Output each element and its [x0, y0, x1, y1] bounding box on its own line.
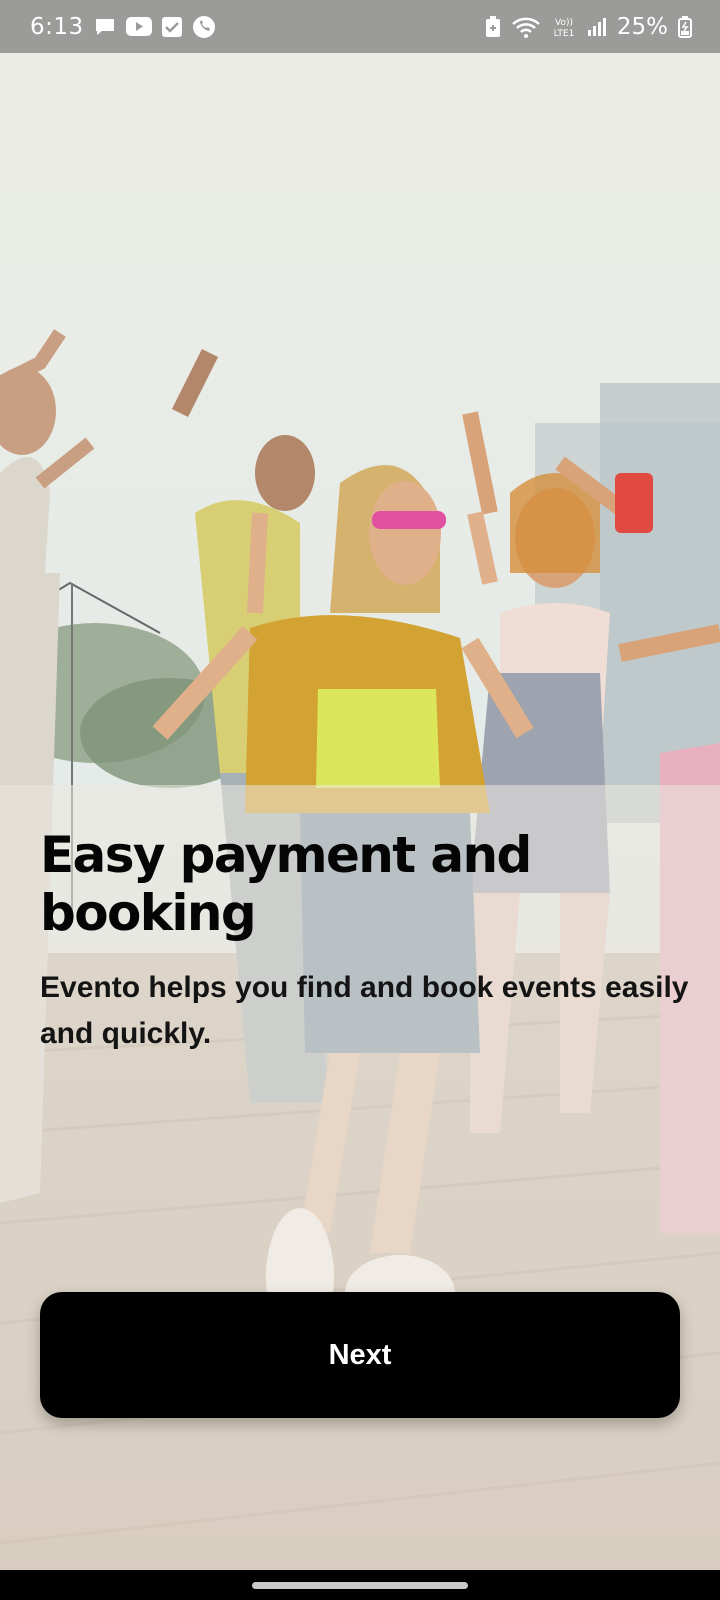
- battery-charging-icon: [678, 15, 692, 38]
- navigation-bar: [0, 1570, 720, 1600]
- home-indicator[interactable]: [252, 1582, 468, 1589]
- viber-icon: [192, 15, 216, 39]
- svg-text:Vo)): Vo)): [555, 18, 573, 28]
- svg-text:LTE1: LTE1: [554, 29, 575, 38]
- next-button[interactable]: Next: [40, 1292, 680, 1418]
- status-time: 6:13: [30, 13, 84, 40]
- status-bar-right: Vo)) LTE1 25%: [485, 14, 692, 40]
- status-bar-left: 6:13: [30, 14, 216, 40]
- checkbox-icon: [161, 16, 182, 37]
- volte-lte-icon: Vo)) LTE1: [551, 16, 577, 38]
- youtube-icon: [125, 17, 152, 36]
- wifi-icon: [511, 16, 541, 38]
- signal-icon: [587, 17, 607, 37]
- status-bar: 6:13 Vo)) LTE1 25%: [0, 0, 720, 53]
- onboarding-subtitle: Evento helps you find and book events ea…: [40, 971, 689, 1050]
- battery-saver-icon: [485, 15, 501, 38]
- onboarding-title: Easy payment and booking: [40, 826, 532, 942]
- chat-bubble-icon: [94, 17, 116, 37]
- battery-percent: 25%: [616, 13, 668, 40]
